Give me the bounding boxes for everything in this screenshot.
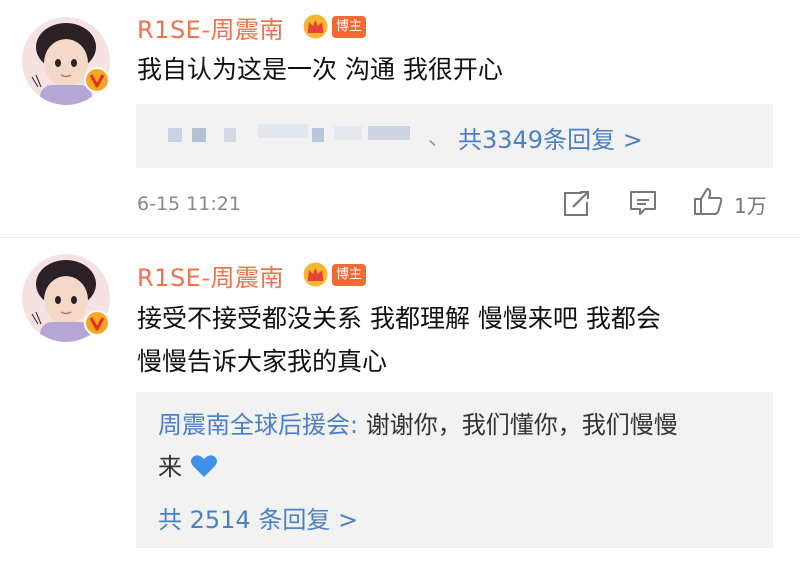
blue-heart-icon — [190, 455, 217, 477]
reply-count-link[interactable]: 共 2514 条回复 > — [158, 500, 358, 535]
comment-text: 我自认为这是一次 沟通 我很开心 — [137, 55, 503, 84]
blogger-badge: 博主 — [332, 264, 366, 286]
username[interactable]: R1SE-周震南 — [137, 10, 284, 45]
avatar[interactable] — [22, 254, 110, 342]
reply-preview[interactable]: 、 共3349条回复 > — [136, 104, 773, 168]
share-icon[interactable] — [562, 188, 592, 218]
crown-vip-icon — [303, 262, 328, 287]
divider — [0, 237, 800, 238]
blogger-badge: 博主 — [332, 16, 366, 38]
reply-count-link[interactable]: 共3349条回复 > — [458, 120, 643, 155]
reply-author[interactable]: 周震南全球后援会: — [158, 411, 358, 439]
verified-v-icon — [84, 67, 110, 93]
verified-v-icon — [84, 310, 110, 336]
reply-line-1: 周震南全球后援会: 谢谢你，我们懂你，我们慢慢 — [158, 404, 678, 446]
like-icon[interactable] — [692, 185, 724, 217]
comment-icon[interactable] — [628, 188, 658, 218]
reply-separator: 、 — [428, 126, 451, 151]
reply-text: 谢谢你，我们懂你，我们慢慢 — [358, 411, 678, 439]
comment-text-line-1: 接受不接受都没关系 我都理解 慢慢来吧 我都会 — [137, 304, 661, 333]
avatar[interactable] — [22, 17, 110, 105]
reply-text-cont: 来 — [158, 453, 182, 481]
timestamp: 6-15 11:21 — [137, 193, 241, 215]
crown-vip-icon — [303, 14, 328, 39]
reply-line-2: 来 💙 — [158, 446, 218, 488]
like-count: 1万 — [734, 194, 767, 218]
comment-text-line-2: 慢慢告诉大家我的真心 — [137, 347, 388, 376]
reply-preview[interactable]: 周震南全球后援会: 谢谢你，我们懂你，我们慢慢 来 💙 共 2514 条回复 > — [136, 392, 773, 548]
username[interactable]: R1SE-周震南 — [137, 258, 284, 293]
